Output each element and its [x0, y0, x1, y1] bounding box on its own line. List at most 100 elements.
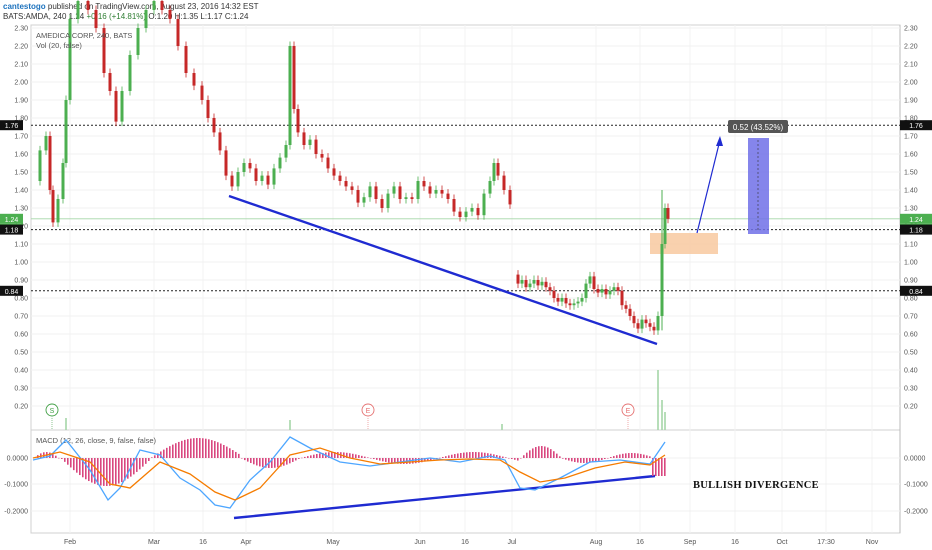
y-tick-left: 0.30: [14, 386, 28, 393]
candle-body: [404, 197, 408, 199]
candle-body: [386, 193, 390, 208]
macd-hist-bar: [154, 455, 156, 458]
macd-hist-bar: [586, 458, 588, 463]
macd-hist-bar: [118, 458, 120, 484]
macd-hist-bar: [100, 458, 102, 486]
macd-hist-bar: [301, 457, 303, 459]
y-tick-right: 1.90: [904, 98, 918, 105]
y-tick-right: 0.30: [904, 386, 918, 393]
candle-body: [428, 186, 432, 194]
candle-body: [320, 154, 324, 158]
macd-hist-bar: [472, 452, 474, 458]
y-tick-right: 0.40: [904, 368, 918, 375]
macd-hist-bar: [259, 458, 261, 467]
candle-body: [48, 136, 52, 190]
y-tick-left: 0.90: [14, 278, 28, 285]
macd-hist-bar: [364, 456, 366, 458]
x-tick-label: 16: [199, 539, 207, 546]
macd-tick-left: 0.0000: [7, 456, 29, 463]
candle-body: [326, 157, 330, 169]
macd-hist-bar: [634, 453, 636, 458]
macd-hist-bar: [256, 458, 258, 466]
x-tick-label: Sep: [684, 539, 697, 546]
x-tick-label: Aug: [590, 539, 603, 546]
macd-hist-bar: [568, 458, 570, 461]
macd-hist-bar: [136, 458, 138, 472]
macd-hist-bar: [241, 458, 243, 459]
candle-body: [128, 55, 132, 91]
y-tick-left: 1.60: [14, 152, 28, 159]
macd-hist-bar: [319, 453, 321, 458]
macd-hist-bar: [544, 446, 546, 458]
macd-hist-bar: [475, 452, 477, 458]
entry-zone: [650, 233, 718, 254]
macd-hist-bar: [244, 458, 246, 461]
candle-body: [464, 211, 468, 217]
macd-hist-bar: [562, 458, 564, 459]
macd-hist-bar: [295, 458, 297, 461]
macd-hist-bar: [565, 458, 567, 460]
macd-hist-bar: [178, 441, 180, 458]
candle-body: [160, 0, 164, 10]
candle-body: [644, 319, 648, 324]
y-tick-left: 0.20: [14, 404, 28, 411]
candle-body: [392, 186, 396, 194]
macd-hist-bar: [607, 458, 609, 459]
candle-body: [44, 136, 48, 151]
macd-hist-bar: [367, 457, 369, 458]
macd-hist-bar: [211, 440, 213, 458]
candle-body: [576, 301, 580, 304]
candle-body: [612, 287, 616, 291]
price-chart[interactable]: 2.302.202.102.001.901.801.701.601.501.40…: [0, 0, 932, 550]
price-tag: 0.84: [909, 289, 923, 296]
macd-hist-bar: [382, 458, 384, 462]
macd-hist-bar: [220, 443, 222, 458]
y-tick-left: 1.10: [14, 242, 28, 249]
candle-body: [344, 181, 348, 187]
candle-body: [648, 323, 652, 327]
macd-trendline[interactable]: [233, 474, 656, 520]
candle-body: [38, 150, 42, 181]
macd-hist-bar: [145, 458, 147, 464]
macd-line: [32, 436, 666, 509]
x-tick-label: Apr: [241, 539, 253, 546]
price-tag: 1.18: [909, 228, 923, 235]
y-tick-right: 1.30: [904, 206, 918, 213]
macd-hist-bar: [235, 451, 237, 458]
price-trendline[interactable]: [228, 194, 658, 346]
macd-hist-bar: [559, 456, 561, 458]
y-tick-right: 1.60: [904, 152, 918, 159]
macd-hist-bar: [508, 458, 510, 459]
macd-hist-bar: [598, 458, 600, 461]
macd-hist-bar: [238, 453, 240, 458]
macd-tick-left: -0.1000: [4, 482, 28, 489]
macd-hist-bar: [460, 452, 462, 458]
macd-hist-bar: [388, 458, 390, 463]
chart-title: AMEDICA CORP, 240, BATS: [36, 31, 132, 40]
candle-body: [86, 0, 90, 10]
event-markers[interactable]: SEE: [45, 403, 635, 430]
x-tick-label: Nov: [866, 539, 879, 546]
measure-label: 0.52 (43.52%): [733, 123, 784, 132]
macd-tick-left: -0.2000: [4, 509, 28, 516]
macd-hist-bar: [331, 452, 333, 458]
macd-hist-bar: [583, 458, 585, 463]
y-tick-right: 1.40: [904, 188, 918, 195]
macd-hist-bar: [229, 448, 231, 458]
volume-bars: [65, 370, 666, 430]
macd-hist-bar: [289, 458, 291, 464]
macd-histogram: [34, 438, 666, 486]
macd-hist-bar: [64, 458, 66, 462]
macd-hist-bar: [172, 444, 174, 458]
candle-body: [452, 199, 456, 212]
y-tick-left: 2.20: [14, 44, 28, 51]
macd-hist-bar: [169, 446, 171, 458]
macd-hist-bar: [577, 458, 579, 463]
candle-body: [572, 303, 576, 306]
candle-body: [476, 208, 480, 216]
macd-hist-bar: [217, 442, 219, 458]
y-tick-right: 0.80: [904, 296, 918, 303]
macd-hist-bar: [520, 458, 522, 459]
macd-hist-bar: [391, 458, 393, 464]
macd-hist-bar: [451, 454, 453, 458]
